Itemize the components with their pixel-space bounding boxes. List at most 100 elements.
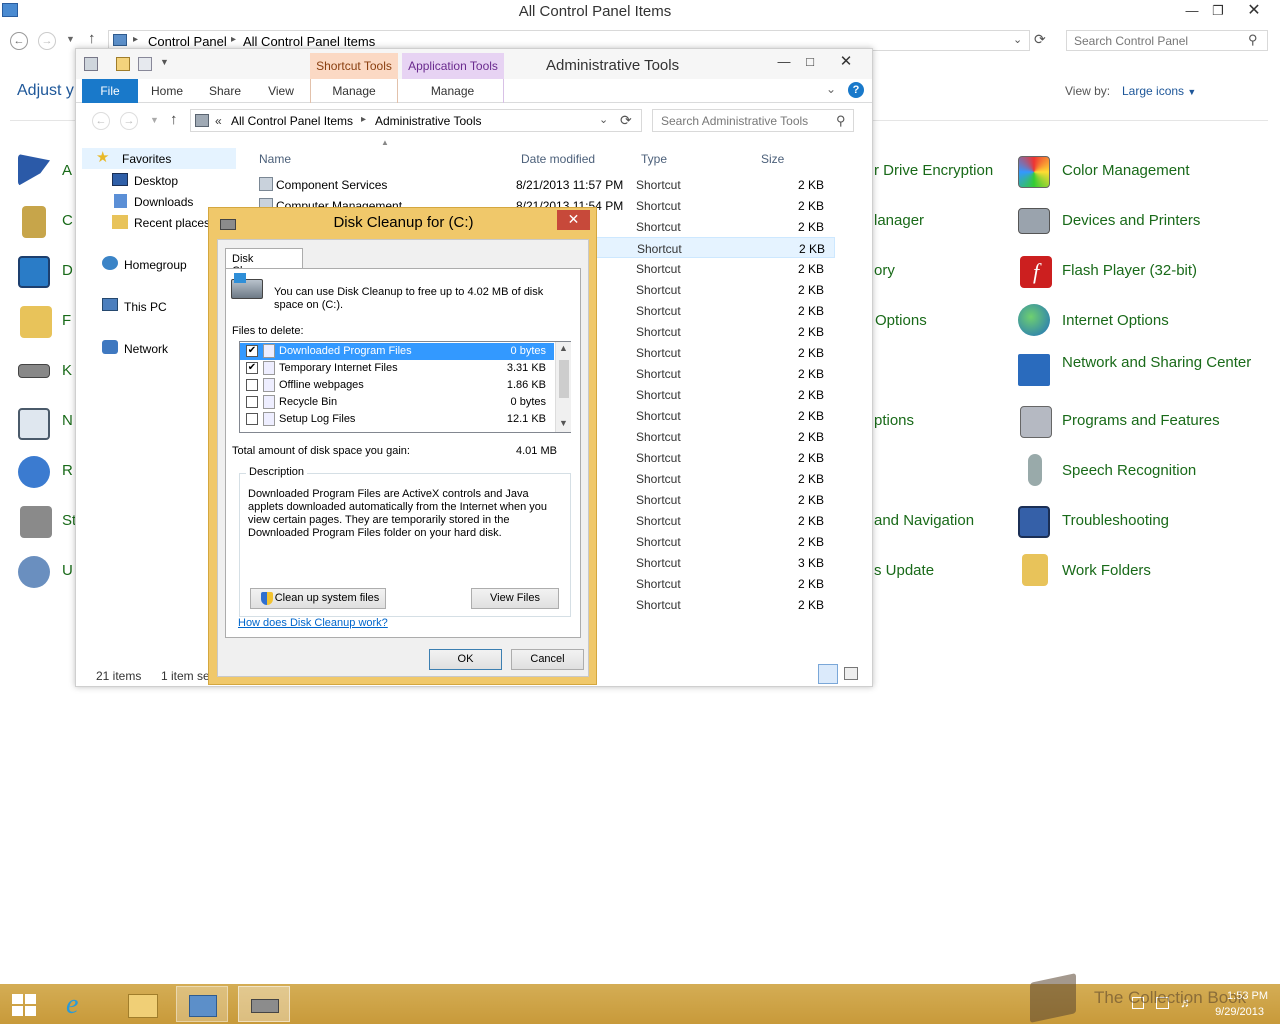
disk-cleanup-taskbar-button[interactable] [238, 986, 290, 1022]
cleanup-item[interactable]: Offline webpages 1.86 KB [240, 377, 554, 394]
scroll-down-icon[interactable]: ▼ [559, 418, 568, 428]
expand-ribbon-icon[interactable]: ⌄ [826, 82, 836, 96]
work-folders-icon[interactable] [1022, 554, 1048, 586]
forward-icon[interactable]: → [38, 32, 56, 50]
help-link[interactable]: How does Disk Cleanup work? [238, 617, 388, 629]
file-explorer-taskbar-button[interactable] [116, 986, 168, 1022]
color-management-icon[interactable] [1018, 156, 1050, 188]
cp-item-partial[interactable]: F [62, 312, 71, 329]
cp-item-partial[interactable]: A [62, 162, 72, 179]
close-button[interactable]: ✕ [557, 210, 590, 230]
nav-network[interactable]: Network [124, 342, 168, 356]
forward-icon[interactable]: → [120, 112, 138, 130]
cp-item-speech-recognition[interactable]: Speech Recognition [1062, 462, 1196, 479]
cp-item-work-folders[interactable]: Work Folders [1062, 562, 1151, 579]
cleanup-item-checkbox[interactable] [246, 379, 258, 391]
cp-item-internet-options[interactable]: Internet Options [1062, 312, 1169, 329]
admin-search-input[interactable]: Search Administrative Tools [652, 109, 854, 132]
nav-favorites-row[interactable]: ★ Favorites [82, 148, 236, 169]
cleanup-item-checkbox[interactable] [246, 396, 258, 408]
large-icons-view-icon[interactable] [844, 667, 858, 680]
search-input[interactable]: Search Control Panel [1066, 30, 1268, 51]
scroll-up-icon[interactable]: ▲ [559, 343, 568, 353]
back-icon[interactable]: ← [10, 32, 28, 50]
cp-item-partial[interactable]: Options [875, 312, 927, 329]
column-size[interactable]: Size [761, 152, 784, 166]
cp-item-partial[interactable]: and Navigation [874, 512, 974, 529]
cp-item-partial[interactable]: ory [874, 262, 895, 279]
breadcrumb-admin-tools[interactable]: Administrative Tools [375, 114, 482, 128]
breadcrumb-control-panel[interactable]: Control Panel [148, 34, 227, 49]
tab-view[interactable]: View [258, 79, 304, 103]
address-dropdown-icon[interactable]: ⌄ [599, 113, 608, 126]
quick-access-icon[interactable] [138, 57, 152, 71]
cp-item-partial[interactable]: r Drive Encryption [874, 162, 993, 179]
cleanup-item[interactable]: Setup Log Files 12.1 KB [240, 411, 554, 428]
close-button[interactable]: ✕ [1240, 2, 1268, 20]
recent-dropdown-icon[interactable]: ▼ [66, 34, 75, 44]
cancel-button[interactable]: Cancel [511, 649, 584, 670]
nav-this-pc[interactable]: This PC [124, 300, 167, 314]
cp-item-devices-printers[interactable]: Devices and Printers [1062, 212, 1200, 229]
properties-icon[interactable] [84, 57, 98, 71]
storage-spaces-icon[interactable] [20, 506, 52, 538]
column-date-modified[interactable]: Date modified [521, 152, 595, 166]
recovery-icon[interactable] [18, 456, 50, 488]
breadcrumb-all-items[interactable]: All Control Panel Items [231, 114, 353, 128]
up-icon[interactable]: ↑ [170, 111, 178, 128]
cp-item-partial[interactable]: lanager [874, 212, 924, 229]
new-folder-icon[interactable] [116, 57, 130, 71]
cp-item-partial[interactable]: C [62, 212, 73, 229]
folder-options-icon[interactable] [20, 306, 52, 338]
user-accounts-icon[interactable] [18, 556, 50, 588]
keyboard-icon[interactable] [18, 364, 50, 378]
action-center-icon[interactable] [18, 154, 50, 186]
tab-disk-cleanup[interactable]: Disk Cleanup [225, 248, 303, 277]
cleanup-item-checkbox[interactable] [246, 413, 258, 425]
tab-shortcut-tools[interactable]: Shortcut Tools [310, 53, 398, 79]
cp-item-partial[interactable]: K [62, 362, 72, 379]
up-icon[interactable]: ↑ [88, 30, 96, 47]
cp-item-troubleshooting[interactable]: Troubleshooting [1062, 512, 1169, 529]
file-row[interactable]: Component Services 8/21/2013 11:57 PM Shor… [255, 174, 835, 195]
view-files-button[interactable]: View Files [471, 588, 559, 609]
programs-features-icon[interactable] [1020, 406, 1052, 438]
internet-explorer-taskbar-button[interactable]: e [54, 986, 106, 1022]
cleanup-item[interactable]: ✔ Temporary Internet Files 3.31 KB [240, 360, 554, 377]
network-sharing-icon[interactable] [1018, 354, 1050, 386]
nav-recent-places[interactable]: Recent places [134, 216, 210, 230]
devices-printers-icon[interactable] [1018, 208, 1050, 234]
cp-item-partial[interactable]: s Update [874, 562, 934, 579]
flash-player-icon[interactable]: f [1020, 256, 1052, 288]
tab-home[interactable]: Home [144, 79, 190, 103]
scroll-thumb[interactable] [559, 360, 569, 398]
details-view-icon[interactable] [818, 664, 838, 684]
files-to-delete-list[interactable]: ✔ Downloaded Program Files 0 bytes ✔ Tempora… [239, 341, 571, 433]
cp-item-flash-player[interactable]: Flash Player (32-bit) [1062, 262, 1197, 279]
nav-desktop[interactable]: Desktop [134, 174, 178, 188]
cp-item-partial[interactable]: ptions [874, 412, 914, 429]
customize-toolbar-icon[interactable]: ▼ [160, 57, 169, 67]
cp-item-partial[interactable]: U [62, 562, 73, 579]
clock-date[interactable]: 9/29/2013 [1198, 1006, 1264, 1018]
close-button[interactable]: ✕ [832, 53, 860, 71]
minimize-button[interactable]: — [770, 53, 798, 71]
start-button[interactable] [0, 986, 48, 1022]
notification-icon[interactable] [18, 408, 50, 440]
refresh-icon[interactable]: ⟳ [1034, 31, 1046, 48]
refresh-icon[interactable]: ⟳ [620, 112, 632, 129]
back-icon[interactable]: ← [92, 112, 110, 130]
cp-item-partial[interactable]: N [62, 412, 73, 429]
scrollbar[interactable]: ▲ ▼ [555, 342, 571, 432]
troubleshooting-icon[interactable] [1018, 506, 1050, 538]
cleanup-item[interactable]: Recycle Bin 0 bytes [240, 394, 554, 411]
help-icon[interactable]: ? [848, 82, 864, 98]
column-name[interactable]: Name [259, 152, 291, 166]
control-panel-taskbar-button[interactable] [176, 986, 228, 1022]
tab-application-tools[interactable]: Application Tools [402, 53, 504, 79]
nav-downloads[interactable]: Downloads [134, 195, 193, 209]
minimize-button[interactable]: — [1178, 2, 1206, 20]
tab-manage-application[interactable]: Manage [402, 79, 504, 103]
cp-item-network-sharing[interactable]: Network and Sharing Center [1062, 352, 1262, 373]
column-type[interactable]: Type [641, 152, 667, 166]
